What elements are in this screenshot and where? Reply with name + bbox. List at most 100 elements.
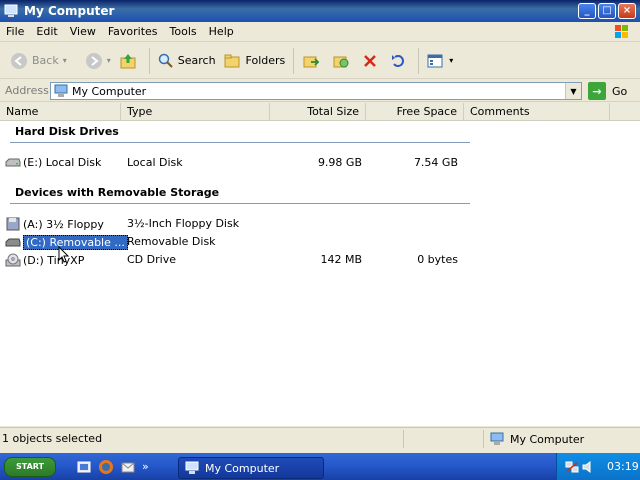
- column-header-comments[interactable]: Comments: [464, 103, 610, 121]
- column-header-name[interactable]: Name: [0, 103, 121, 121]
- go-label: Go: [612, 84, 628, 98]
- status-selected-count: 1 objects selected: [2, 432, 103, 445]
- cd-drive-icon: [5, 253, 21, 267]
- my-computer-icon: [4, 4, 18, 17]
- status-bar: 1 objects selected My Computer: [0, 427, 640, 449]
- drive-type: 3½-Inch Floppy Disk: [127, 217, 240, 230]
- hard-disk-icon: [5, 158, 21, 166]
- column-headers: Name Type Total Size Free Space Comments: [0, 103, 640, 121]
- menu-help[interactable]: Help: [203, 25, 240, 38]
- group-divider: [10, 142, 470, 143]
- move-to-button[interactable]: [298, 47, 328, 75]
- file-list[interactable]: Name Type Total Size Free Space Comments…: [0, 103, 640, 426]
- firefox-icon[interactable]: [98, 459, 114, 475]
- address-input[interactable]: My Computer ▼: [50, 82, 582, 100]
- toolbar-separator: [148, 47, 150, 74]
- back-button[interactable]: Back ▾: [6, 47, 71, 75]
- toolbar: Back ▾ ▾ Search Folders ▾: [0, 43, 640, 79]
- back-label: Back: [32, 54, 59, 67]
- delete-x-icon: [364, 54, 377, 67]
- drive-free-space: 7.54 GB: [413, 156, 458, 169]
- drive-type: CD Drive: [127, 253, 176, 266]
- up-folder-button[interactable]: [115, 47, 145, 75]
- folders-icon: [224, 54, 240, 67]
- table-row-selected[interactable]: (C:) Removable ... Removable Disk: [0, 233, 640, 251]
- search-label: Search: [177, 54, 216, 67]
- show-desktop-icon[interactable]: [76, 459, 92, 475]
- taskbar-item-my-computer[interactable]: My Computer: [178, 457, 324, 479]
- folders-label: Folders: [245, 54, 286, 67]
- window-title: My Computer: [24, 4, 115, 18]
- back-arrow-icon: [11, 52, 27, 69]
- drive-name: (D:) TinyXP: [23, 253, 85, 267]
- group-title-removable: Devices with Removable Storage: [15, 186, 220, 199]
- address-bar: Address My Computer ▼ → Go: [0, 80, 640, 102]
- table-row[interactable]: (D:) TinyXP CD Drive 142 MB 0 bytes: [0, 251, 640, 269]
- folders-button[interactable]: Folders: [220, 47, 290, 75]
- volume-icon[interactable]: [581, 460, 595, 474]
- drive-free-space: 0 bytes: [417, 253, 458, 266]
- drive-type: Local Disk: [127, 156, 183, 169]
- views-icon: [427, 54, 443, 67]
- forward-dropdown-icon[interactable]: ▾: [107, 56, 111, 65]
- maximize-button[interactable]: □: [598, 3, 616, 19]
- minimize-button[interactable]: _: [578, 3, 596, 19]
- menu-view[interactable]: View: [64, 25, 102, 38]
- go-button[interactable]: → Go: [588, 82, 627, 100]
- views-dropdown-icon[interactable]: ▾: [449, 56, 453, 65]
- address-dropdown-icon[interactable]: ▼: [565, 83, 581, 99]
- removable-disk-icon: [5, 238, 21, 246]
- clock[interactable]: 03:19: [607, 460, 639, 473]
- my-computer-icon: [185, 461, 199, 474]
- menu-edit[interactable]: Edit: [30, 25, 63, 38]
- title-bar[interactable]: My Computer _ □ ×: [0, 0, 640, 22]
- status-location-label: My Computer: [510, 432, 585, 446]
- status-location: My Computer: [490, 432, 584, 446]
- group-divider: [10, 203, 470, 204]
- views-button[interactable]: ▾: [423, 47, 457, 75]
- table-row[interactable]: (A:) 3½ Floppy 3½-Inch Floppy Disk: [0, 215, 640, 233]
- column-header-total-size[interactable]: Total Size: [270, 103, 366, 121]
- status-divider: [403, 430, 404, 448]
- email-icon[interactable]: [120, 459, 136, 475]
- my-computer-icon: [490, 432, 504, 445]
- up-folder-icon: [120, 53, 136, 68]
- group-title-hard-disks: Hard Disk Drives: [15, 125, 119, 138]
- quick-launch: »: [76, 459, 149, 475]
- toolbar-separator: [293, 47, 295, 74]
- address-label: Address: [5, 84, 49, 97]
- table-row[interactable]: (E:) Local Disk Local Disk 9.98 GB 7.54 …: [0, 154, 640, 172]
- copy-to-button[interactable]: [328, 47, 358, 75]
- undo-icon: [392, 54, 405, 67]
- network-icon[interactable]: [565, 460, 579, 474]
- toolbar-separator: [418, 47, 420, 74]
- forward-button[interactable]: ▾: [81, 47, 115, 75]
- system-tray: 03:19: [556, 453, 640, 480]
- mouse-cursor-icon: [58, 246, 70, 263]
- search-button[interactable]: Search: [154, 47, 220, 75]
- taskbar-item-label: My Computer: [205, 461, 280, 475]
- chevron-right-icon[interactable]: »: [142, 460, 149, 473]
- windows-logo-icon: [615, 25, 628, 38]
- close-button[interactable]: ×: [618, 3, 636, 19]
- drive-name: (E:) Local Disk: [23, 156, 102, 169]
- search-icon: [158, 53, 173, 68]
- forward-arrow-icon: [85, 52, 102, 69]
- undo-button[interactable]: [386, 47, 414, 75]
- taskbar: START » My Computer 03:19: [0, 453, 640, 480]
- menu-bar: File Edit View Favorites Tools Help: [0, 22, 640, 42]
- column-header-type[interactable]: Type: [121, 103, 270, 121]
- floppy-drive-icon: [6, 217, 20, 231]
- menu-tools[interactable]: Tools: [164, 25, 203, 38]
- back-dropdown-icon[interactable]: ▾: [63, 56, 67, 65]
- menu-favorites[interactable]: Favorites: [102, 25, 164, 38]
- address-value: My Computer: [72, 84, 147, 98]
- start-button[interactable]: START: [4, 456, 56, 477]
- go-arrow-icon: →: [588, 82, 606, 100]
- column-header-free-space[interactable]: Free Space: [366, 103, 464, 121]
- copy-to-icon: [333, 56, 349, 67]
- my-computer-icon: [54, 84, 68, 97]
- delete-button[interactable]: [358, 47, 386, 75]
- menu-file[interactable]: File: [0, 25, 30, 38]
- drive-total-size: 142 MB: [320, 253, 362, 266]
